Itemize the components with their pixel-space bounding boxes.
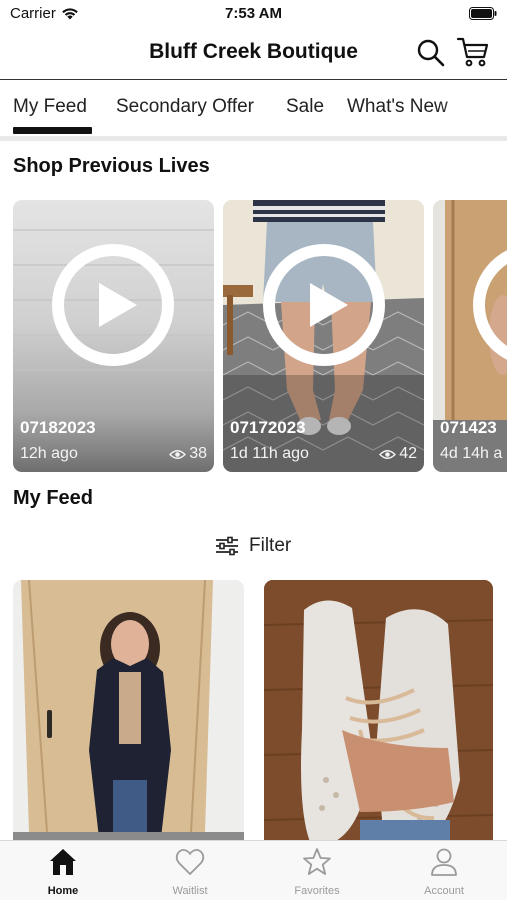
- cart-icon[interactable]: [456, 36, 490, 68]
- live-time: 1d 11h ago: [230, 445, 309, 462]
- eye-icon: [379, 449, 397, 459]
- heart-icon: [175, 848, 205, 875]
- filter-label: Filter: [249, 535, 292, 556]
- tab-secondary-offer[interactable]: Secondary Offer: [116, 96, 254, 118]
- live-time: 12h ago: [20, 445, 78, 462]
- view-count: 42: [399, 445, 417, 462]
- nav-label-favorites: Favorites: [294, 885, 340, 897]
- nav-item-home[interactable]: Home: [0, 841, 126, 900]
- play-icon: [99, 283, 137, 327]
- nav-item-account[interactable]: Account: [381, 841, 507, 900]
- product-card[interactable]: [13, 580, 244, 850]
- live-title: 071423: [440, 418, 497, 437]
- product-image: [264, 580, 493, 850]
- section-title-shop-previous-lives: Shop Previous Lives: [13, 155, 210, 177]
- live-title: 07182023: [20, 418, 96, 437]
- nav-label-waitlist: Waitlist: [172, 885, 208, 897]
- nav-label-account: Account: [424, 885, 464, 897]
- bottom-nav: Home Waitlist Favorites Account: [0, 840, 507, 900]
- status-bar: Carrier 7:53 AM: [0, 0, 507, 28]
- view-count: 38: [189, 445, 207, 462]
- home-icon: [50, 849, 76, 875]
- live-time: 4d 14h a: [440, 445, 503, 462]
- live-title: 07172023: [230, 418, 306, 437]
- live-card[interactable]: 07182023 12h ago 38: [13, 200, 214, 472]
- eye-icon: [169, 449, 187, 459]
- star-icon: [303, 848, 331, 875]
- product-card[interactable]: [264, 580, 493, 850]
- status-time: 7:53 AM: [225, 5, 282, 22]
- battery-icon: [469, 7, 497, 20]
- product-image: [13, 580, 244, 850]
- tab-whats-new[interactable]: What's New: [347, 96, 448, 118]
- tabs-fade: [437, 80, 507, 136]
- filter-button[interactable]: Filter: [215, 535, 291, 557]
- tabs-divider: [0, 136, 507, 141]
- person-icon: [431, 848, 457, 876]
- live-card[interactable]: 07172023 1d 11h ago 42: [223, 200, 424, 472]
- active-tab-indicator: [13, 127, 92, 134]
- play-icon: [310, 283, 348, 327]
- tab-sale[interactable]: Sale: [286, 96, 324, 118]
- search-icon[interactable]: [416, 38, 446, 68]
- nav-item-favorites[interactable]: Favorites: [254, 841, 380, 900]
- live-view-count: 42: [379, 445, 417, 463]
- feed-tabs: My Feed Secondary Offer Sale What's New: [0, 80, 507, 136]
- nav-label-home: Home: [47, 885, 79, 897]
- section-title-my-feed: My Feed: [13, 487, 94, 509]
- tab-my-feed[interactable]: My Feed: [13, 96, 87, 118]
- nav-item-waitlist[interactable]: Waitlist: [127, 841, 253, 900]
- live-card[interactable]: 071423 4d 14h a: [433, 200, 507, 472]
- live-view-count: 38: [169, 445, 207, 463]
- sliders-icon: [216, 536, 238, 556]
- app-header: Bluff Creek Boutique: [0, 28, 507, 80]
